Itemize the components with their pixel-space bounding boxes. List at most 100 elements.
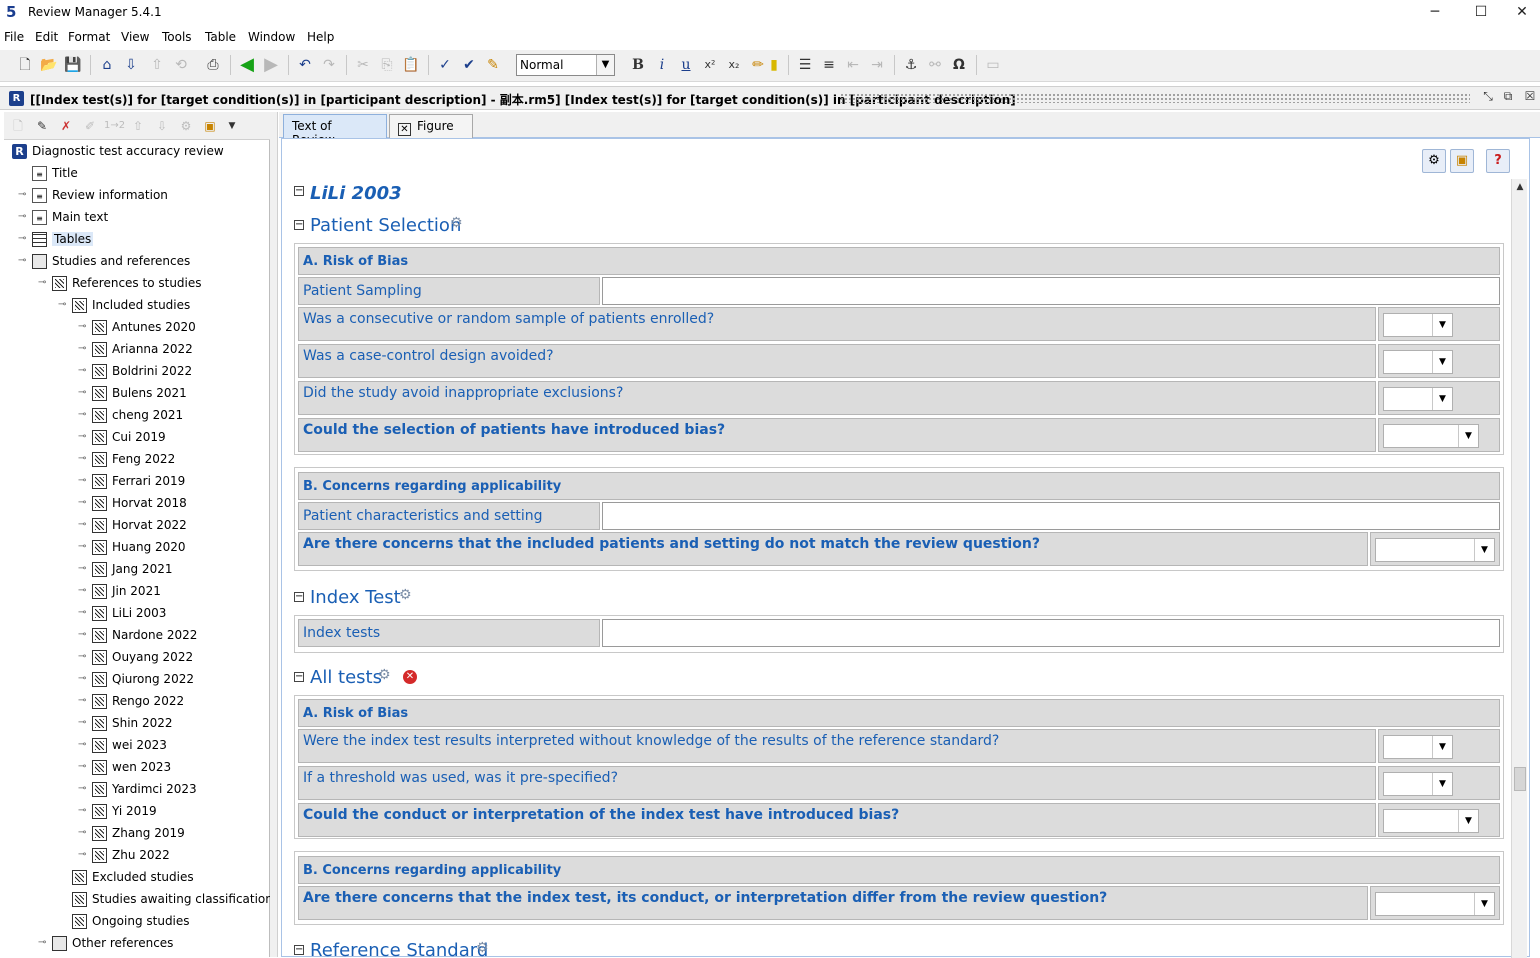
- renumber-icon[interactable]: 1→2: [104, 116, 125, 136]
- note-icon[interactable]: ▣: [200, 116, 220, 136]
- tab-text-of-review[interactable]: Text of Review: [283, 114, 387, 147]
- restore-icon[interactable]: ⤡: [1480, 89, 1496, 107]
- expand-toggle-icon[interactable]: ⊸: [18, 234, 28, 244]
- answer-dropdown[interactable]: ▼: [1383, 809, 1479, 833]
- expand-toggle-icon[interactable]: ⊸: [38, 278, 48, 288]
- undo-icon[interactable]: ↶: [294, 54, 316, 76]
- menu-view[interactable]: View: [121, 30, 149, 44]
- close-doc-icon[interactable]: ☒: [1522, 89, 1538, 107]
- tree-item-tables[interactable]: ⊸ Tables: [4, 230, 270, 250]
- tree-item-study[interactable]: ⊸ Jin 2021: [4, 582, 270, 602]
- answer-dropdown[interactable]: ▼: [1375, 892, 1495, 916]
- gear-icon[interactable]: ⚙: [399, 587, 412, 603]
- tree-item-study[interactable]: ⊸ wei 2023: [4, 736, 270, 756]
- expand-toggle-icon[interactable]: ⊸: [78, 652, 88, 662]
- tree-item-study[interactable]: ⊸ Horvat 2022: [4, 516, 270, 536]
- tab-figure-4[interactable]: ✕Figure 4: [389, 114, 473, 150]
- answer-dropdown[interactable]: ▼: [1375, 538, 1495, 562]
- expand-toggle-icon[interactable]: ⊸: [78, 762, 88, 772]
- unlink-icon[interactable]: ⚯: [924, 54, 946, 76]
- tree-item-study[interactable]: ⊸ Feng 2022: [4, 450, 270, 470]
- tree-item-study[interactable]: ⊸ Yardimci 2023: [4, 780, 270, 800]
- chevron-down-icon[interactable]: ▼: [1432, 314, 1452, 336]
- superscript-button[interactable]: x²: [699, 54, 721, 76]
- help-icon[interactable]: ?: [1486, 149, 1510, 173]
- expand-toggle-icon[interactable]: ⊸: [78, 476, 88, 486]
- tree-item-study[interactable]: ⊸ Jang 2021: [4, 560, 270, 580]
- tree-item-study[interactable]: ⊸ Yi 2019: [4, 802, 270, 822]
- upload-icon[interactable]: ⇧: [146, 54, 168, 76]
- expand-toggle-icon[interactable]: ⊸: [58, 300, 68, 310]
- chevron-down-icon[interactable]: ▼: [596, 55, 614, 75]
- redo-icon[interactable]: ↷: [318, 54, 340, 76]
- expand-toggle-icon[interactable]: ⊸: [38, 938, 48, 948]
- expand-toggle-icon[interactable]: ⊸: [78, 828, 88, 838]
- indent-icon[interactable]: ⇥: [866, 54, 888, 76]
- collapse-toggle[interactable]: −: [294, 592, 304, 602]
- tree-item-other-references[interactable]: ⊸ Other references: [4, 934, 270, 954]
- tree-item-excluded-studies[interactable]: Excluded studies: [4, 868, 270, 888]
- outdent-icon[interactable]: ⇤: [842, 54, 864, 76]
- tree-item-study[interactable]: ⊸ Cui 2019: [4, 428, 270, 448]
- minimize-button[interactable]: ─: [1412, 0, 1458, 26]
- expand-toggle-icon[interactable]: ⊸: [18, 212, 28, 222]
- menu-tools[interactable]: Tools: [162, 30, 192, 44]
- italic-button[interactable]: i: [651, 54, 673, 76]
- maximize-button[interactable]: ☐: [1458, 0, 1504, 26]
- expand-toggle-icon[interactable]: ⊸: [78, 740, 88, 750]
- tree-item-title[interactable]: ≡ Title: [4, 164, 270, 184]
- expand-toggle-icon[interactable]: ⊸: [78, 718, 88, 728]
- tree-item-study[interactable]: ⊸ Bulens 2021: [4, 384, 270, 404]
- highlight-icon[interactable]: ✏: [747, 54, 769, 76]
- expand-toggle-icon[interactable]: ⊸: [78, 542, 88, 552]
- rename-icon[interactable]: ✐: [80, 116, 100, 136]
- expand-toggle-icon[interactable]: ⊸: [78, 366, 88, 376]
- expand-toggle-icon[interactable]: ⊸: [78, 454, 88, 464]
- drag-grip[interactable]: [840, 93, 1470, 103]
- tree-item-study[interactable]: ⊸ Antunes 2020: [4, 318, 270, 338]
- special-character-button[interactable]: Ω: [948, 54, 970, 76]
- menu-window[interactable]: Window: [248, 30, 295, 44]
- tree-item-study[interactable]: ⊸ cheng 2021: [4, 406, 270, 426]
- expand-toggle-icon[interactable]: ⊸: [18, 256, 28, 266]
- note-icon[interactable]: ▣: [1450, 149, 1474, 173]
- chevron-down-icon[interactable]: ▼: [1432, 736, 1452, 758]
- forward-arrow-icon[interactable]: ▶: [260, 54, 282, 76]
- tree-item-study[interactable]: ⊸ Arianna 2022: [4, 340, 270, 360]
- chevron-down-icon[interactable]: ▼: [1432, 351, 1452, 373]
- import-icon[interactable]: ⇩: [120, 54, 142, 76]
- menu-format[interactable]: Format: [68, 30, 110, 44]
- expand-toggle-icon[interactable]: ⊸: [78, 520, 88, 530]
- paragraph-style-select[interactable]: Normal ▼: [516, 54, 615, 76]
- panel-splitter[interactable]: [270, 112, 278, 957]
- underline-button[interactable]: u: [675, 54, 697, 76]
- gear-icon[interactable]: ⚙: [1422, 149, 1446, 173]
- vertical-scrollbar[interactable]: ▲: [1511, 179, 1527, 958]
- sync-icon[interactable]: ⟲: [170, 54, 192, 76]
- tree-item-study[interactable]: ⊸ Ferrari 2019: [4, 472, 270, 492]
- tree-item-study[interactable]: ⊸ Boldrini 2022: [4, 362, 270, 382]
- tree-item-references-to-studies[interactable]: ⊸ References to studies: [4, 274, 270, 294]
- tree-item-study[interactable]: ⊸ Zhang 2019: [4, 824, 270, 844]
- expand-toggle-icon[interactable]: ⊸: [78, 344, 88, 354]
- menu-file[interactable]: File: [4, 30, 24, 44]
- scrollbar-thumb[interactable]: [1514, 767, 1526, 791]
- patient-sampling-input[interactable]: [602, 277, 1500, 305]
- cut-icon[interactable]: ✂: [352, 54, 374, 76]
- open-folder-icon[interactable]: 📂: [38, 54, 60, 76]
- gear-icon[interactable]: ⚙: [476, 940, 489, 956]
- expand-toggle-icon[interactable]: ⊸: [78, 322, 88, 332]
- expand-toggle-icon[interactable]: ⊸: [78, 784, 88, 794]
- expand-toggle-icon[interactable]: ⊸: [18, 190, 28, 200]
- answer-dropdown[interactable]: ▼: [1383, 313, 1453, 337]
- close-button[interactable]: ✕: [1504, 0, 1540, 26]
- tree-item-study[interactable]: ⊸ Ouyang 2022: [4, 648, 270, 668]
- answer-dropdown[interactable]: ▼: [1383, 424, 1479, 448]
- tree-item-study[interactable]: ⊸ Rengo 2022: [4, 692, 270, 712]
- chevron-down-icon[interactable]: ▼: [1474, 893, 1494, 915]
- maximize-doc-icon[interactable]: ⧉: [1500, 89, 1516, 107]
- edit-properties-icon[interactable]: ✎: [32, 116, 52, 136]
- expand-toggle-icon[interactable]: ⊸: [78, 432, 88, 442]
- collapse-toggle[interactable]: −: [294, 672, 304, 682]
- delete-item-icon[interactable]: ✗: [56, 116, 76, 136]
